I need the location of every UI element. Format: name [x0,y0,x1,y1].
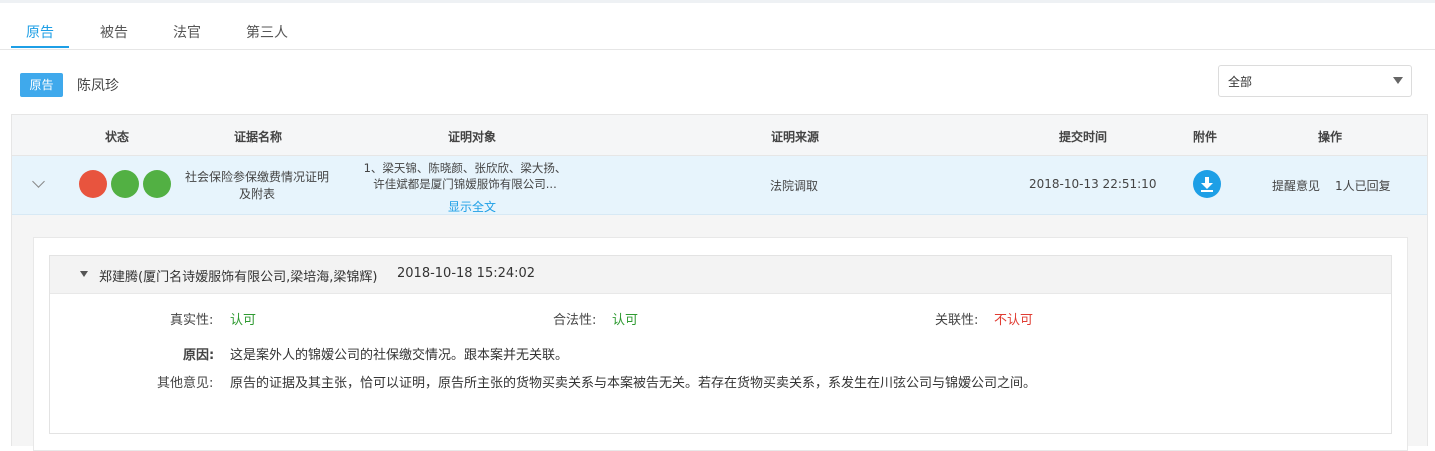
expand-chevron-icon[interactable] [32,175,45,188]
filter-select-value: 全部 [1228,75,1253,89]
opinion-header[interactable]: 郑建腾(厦门名诗嫒服饰有限公司,梁培海,梁锦辉) 2018-10-18 15:2… [50,256,1391,294]
remind-opinion-link[interactable]: 提醒意见 [1272,177,1320,194]
other-opinion-text: 原告的证据及其主张，恰可以证明，原告所主张的货物买卖关系与本案被告无关。若存在货… [230,376,1037,391]
header-status: 状态 [105,130,130,144]
relevance-value: 不认可 [994,313,1034,328]
table-header: 状态 证据名称 证明对象 证明来源 提交时间 附件 操作 [12,115,1427,156]
show-full-text-link[interactable]: 显示全文 [448,198,496,215]
authenticity-label: 真实性: [170,313,214,328]
party-tabs: 原告 被告 法官 第三人 [0,10,1435,50]
tab-plaintiff[interactable]: 原告 [26,22,54,42]
proof-target-line: 许佳斌都是厦门锦嫒服饰有限公司... [373,177,557,191]
submit-time: 2018-10-13 22:51:10 [1029,177,1157,191]
status-dot-green [143,170,171,198]
header-evidence-name: 证据名称 [234,130,283,144]
tab-judge[interactable]: 法官 [173,22,201,42]
status-dot-red [79,170,107,198]
party-role-badge: 原告 [20,73,63,97]
filter-select[interactable]: 全部 [1218,65,1412,97]
proof-target-line: 1、梁天锦、陈晓颜、张欣欣、梁大扬、 [363,161,567,175]
proof-target: 1、梁天锦、陈晓颜、张欣欣、梁大扬、 许佳斌都是厦门锦嫒服饰有限公司... [361,160,569,192]
evidence-table: 状态 证据名称 证明对象 证明来源 提交时间 附件 操作 社会保险参保缴费情况证… [11,114,1428,451]
tab-third-party[interactable]: 第三人 [246,22,288,42]
collapse-triangle-icon[interactable] [80,271,88,277]
evidence-name: 社会保险参保缴费情况证明及附表 [184,170,329,201]
party-name: 陈凤珍 [77,78,119,94]
status-dot-green [111,170,139,198]
opinion-date: 2018-10-18 15:24:02 [397,266,536,281]
header-attachment: 附件 [1193,130,1218,144]
proof-source: 法院调取 [770,179,819,193]
opinion-panel: 郑建腾(厦门名诗嫒服饰有限公司,梁培海,梁锦辉) 2018-10-18 15:2… [49,255,1392,434]
download-icon[interactable] [1193,170,1221,198]
header-target: 证明对象 [448,130,497,144]
other-opinion-label: 其他意见: [157,376,214,391]
authenticity-value: 认可 [230,313,257,328]
tab-defendant[interactable]: 被告 [100,22,128,42]
table-row: 社会保险参保缴费情况证明及附表 1、梁天锦、陈晓颜、张欣欣、梁大扬、 许佳斌都是… [12,156,1427,215]
expanded-detail: 郑建腾(厦门名诗嫒服饰有限公司,梁培海,梁锦辉) 2018-10-18 15:2… [33,237,1408,451]
caret-down-icon [1393,77,1403,84]
active-tab-indicator [11,46,69,48]
opinion-author: 郑建腾(厦门名诗嫒服饰有限公司,梁培海,梁锦辉) [99,270,378,285]
top-border [0,0,1435,3]
reply-count: 1人已回复 [1335,179,1391,193]
reason-text: 这是案外人的锦嫒公司的社保缴交情况。跟本案并无关联。 [230,348,569,363]
header-actions: 操作 [1318,130,1343,144]
reason-label: 原因: [183,348,215,363]
legality-label: 合法性: [553,313,597,328]
relevance-label: 关联性: [935,313,979,328]
header-submit-time: 提交时间 [1059,130,1108,144]
legality-value: 认可 [612,313,639,328]
header-source: 证明来源 [771,130,820,144]
